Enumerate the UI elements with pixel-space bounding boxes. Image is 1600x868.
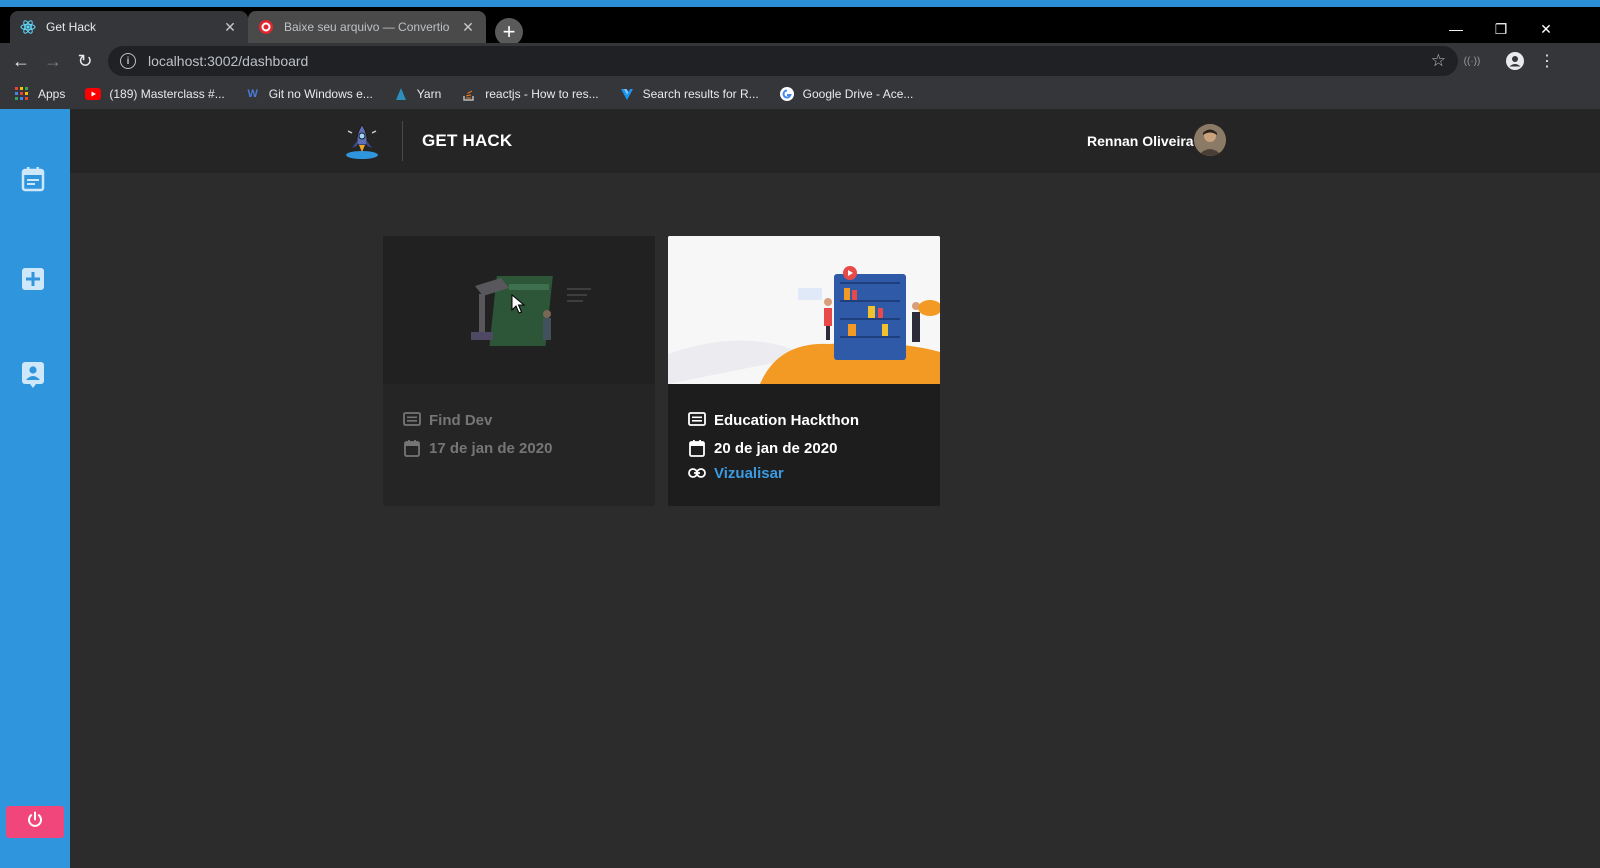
- bookmark-reactjs[interactable]: reactjs - How to res...: [461, 86, 599, 102]
- apps-grid-icon: [14, 86, 30, 102]
- event-thumbnail: [668, 236, 940, 384]
- bookmark-label: Search results for R...: [642, 87, 759, 101]
- event-date-row: 17 de jan de 2020: [403, 434, 635, 462]
- close-tab-icon[interactable]: ✕: [460, 19, 476, 35]
- stackoverflow-icon: [461, 86, 477, 102]
- view-link[interactable]: Vizualisar: [714, 465, 784, 482]
- forward-arrow-icon[interactable]: →: [40, 48, 66, 74]
- tab-get-hack[interactable]: Get Hack ✕: [10, 11, 248, 43]
- bookmarks-bar: Apps (189) Masterclass #... W Git no Win…: [0, 79, 1600, 109]
- url-text: localhost:3002/dashboard: [148, 53, 309, 69]
- link-icon: [688, 464, 706, 482]
- add-box-icon[interactable]: [20, 265, 46, 293]
- rocket-logo-icon: [342, 121, 382, 161]
- bookmark-masterclass[interactable]: (189) Masterclass #...: [85, 86, 225, 102]
- vuetify-icon: [619, 86, 635, 102]
- address-bar[interactable]: i localhost:3002/dashboard ☆: [108, 46, 1458, 76]
- power-icon: [26, 811, 44, 834]
- bookmark-search-results[interactable]: Search results for R...: [619, 86, 759, 102]
- browser-toolbar: ← → ↻ i localhost:3002/dashboard ☆ ((·))…: [0, 43, 1600, 79]
- bookmark-label: Yarn: [416, 87, 442, 101]
- bookmark-git-windows[interactable]: W Git no Windows e...: [245, 86, 373, 102]
- bookmark-label: Google Drive - Ace...: [802, 87, 914, 101]
- bookmark-label: (189) Masterclass #...: [109, 87, 225, 101]
- tab-convertio[interactable]: Baixe seu arquivo — Convertio ✕: [248, 11, 486, 43]
- bookmark-yarn[interactable]: Yarn: [393, 86, 441, 102]
- event-date: 20 de jan de 2020: [714, 439, 838, 457]
- event-card[interactable]: Find Dev 17 de jan de 2020: [383, 236, 655, 506]
- bookmark-apps[interactable]: Apps: [14, 86, 65, 102]
- yarn-icon: [393, 86, 409, 102]
- message-icon: [403, 411, 421, 429]
- avatar[interactable]: [1194, 124, 1226, 156]
- tab-title: Baixe seu arquivo — Convertio: [284, 20, 450, 34]
- app-header: GET HACK Rennan Oliveira: [70, 109, 1600, 173]
- convertio-icon: [258, 19, 274, 35]
- minimize-icon[interactable]: —: [1433, 14, 1479, 44]
- message-icon: [688, 411, 706, 429]
- menu-kebab-icon[interactable]: ⋮: [1535, 49, 1559, 73]
- bookmark-label: Git no Windows e...: [268, 87, 373, 101]
- calendar-icon[interactable]: [20, 165, 46, 193]
- bookmark-label: Apps: [38, 87, 66, 101]
- calendar-icon: [688, 439, 706, 457]
- user-name[interactable]: Rennan Oliveira: [1087, 133, 1194, 149]
- event-title: Find Dev: [429, 411, 493, 429]
- brand-title: GET HACK: [422, 131, 513, 150]
- calendar-icon: [403, 439, 421, 457]
- contact-icon[interactable]: [20, 361, 46, 389]
- youtube-icon: [85, 86, 102, 102]
- window-top-strip: [0, 0, 1600, 7]
- event-date: 17 de jan de 2020: [429, 439, 553, 457]
- tab-title: Get Hack: [46, 20, 97, 34]
- bookmark-star-icon[interactable]: ☆: [1431, 51, 1446, 71]
- event-title-row: Education Hackthon: [688, 406, 920, 434]
- event-link-row[interactable]: Vizualisar: [688, 462, 920, 484]
- event-card[interactable]: Education Hackthon 20 de jan de 2020 Viz…: [668, 236, 940, 506]
- mouse-cursor-icon: [511, 293, 526, 314]
- header-divider: [402, 121, 403, 161]
- new-tab-button[interactable]: +: [495, 18, 523, 46]
- cast-icon[interactable]: ((·)): [1460, 49, 1484, 73]
- event-title-row: Find Dev: [403, 406, 635, 434]
- tab-bar: Get Hack ✕ Baixe seu arquivo — Convertio…: [0, 7, 1600, 46]
- app-sidebar: [0, 109, 70, 868]
- profile-icon[interactable]: [1503, 49, 1527, 73]
- reload-icon[interactable]: ↻: [72, 48, 98, 74]
- restore-icon[interactable]: ❐: [1478, 14, 1524, 44]
- dashboard-content: Find Dev 17 de jan de 2020 Education Hac…: [70, 173, 1600, 868]
- bookmark-google-drive[interactable]: Google Drive - Ace...: [779, 86, 914, 102]
- close-tab-icon[interactable]: ✕: [222, 19, 238, 35]
- event-title: Education Hackthon: [714, 411, 860, 429]
- bookmark-label: reactjs - How to res...: [485, 87, 599, 101]
- event-date-row: 20 de jan de 2020: [688, 434, 920, 462]
- react-icon: [20, 19, 36, 35]
- google-icon: [779, 86, 795, 102]
- close-window-icon[interactable]: ✕: [1523, 14, 1569, 44]
- back-arrow-icon[interactable]: ←: [8, 48, 34, 74]
- info-icon[interactable]: i: [120, 53, 136, 69]
- w-icon: W: [247, 88, 258, 100]
- power-button[interactable]: [6, 806, 64, 838]
